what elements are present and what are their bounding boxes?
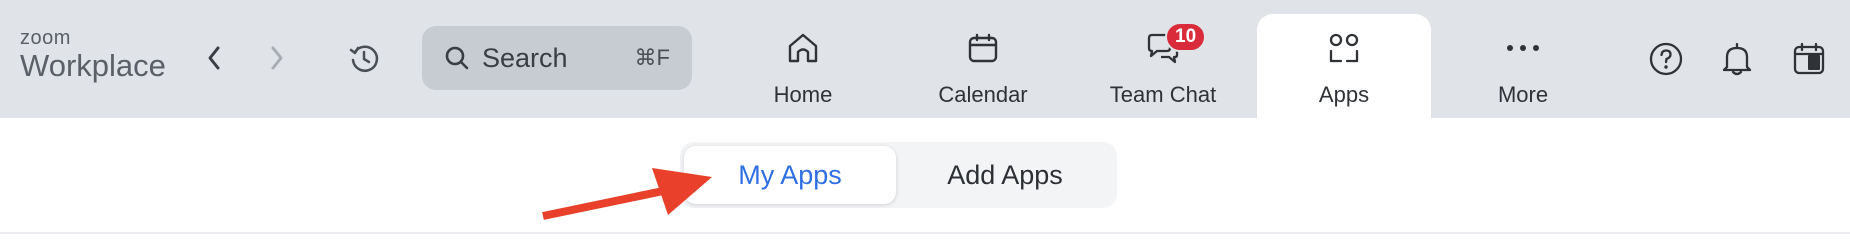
annotation-arrow: [542, 168, 712, 220]
content-divider: [0, 232, 1850, 234]
